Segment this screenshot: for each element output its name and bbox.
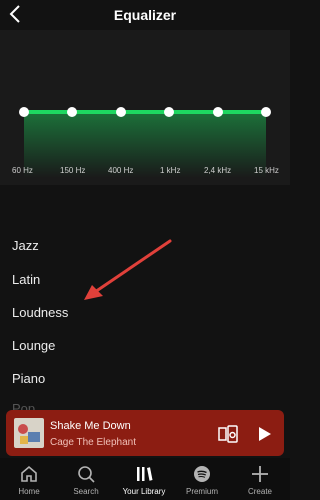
connect-device-icon[interactable] (218, 424, 238, 444)
play-icon[interactable] (254, 424, 274, 444)
tab-premium[interactable]: Premium (174, 460, 230, 500)
preset-loudness[interactable]: Loudness (12, 305, 68, 320)
library-icon (137, 467, 153, 481)
album-art (14, 418, 44, 448)
tab-create[interactable]: Create (232, 460, 288, 500)
preset-lounge[interactable]: Lounge (12, 338, 55, 353)
freq-label-60hz: 60 Hz (12, 166, 33, 175)
freq-label-2-4khz: 2,4 kHz (204, 166, 232, 175)
tab-label-premium: Premium (185, 487, 218, 496)
plus-icon (252, 466, 268, 482)
equalizer-graph[interactable] (0, 30, 290, 185)
freq-label-15khz: 15 kHz (254, 166, 279, 175)
band-handle-15khz[interactable] (261, 107, 271, 117)
preset-latin[interactable]: Latin (12, 272, 40, 287)
freq-label-150hz: 150 Hz (60, 166, 86, 175)
freq-label-1khz: 1 kHz (160, 166, 181, 175)
bottom-navigation: Home Search Your Library Premium Create (0, 458, 290, 500)
band-handle-60hz[interactable] (19, 107, 29, 117)
track-title: Shake Me Down (50, 420, 131, 432)
now-playing-bar[interactable]: Shake Me Down Cage The Elephant (6, 410, 284, 456)
tab-label-create: Create (247, 487, 272, 496)
spotify-icon (194, 466, 210, 482)
tab-search[interactable]: Search (58, 460, 114, 500)
tab-label-your-library: Your Library (122, 487, 166, 496)
tab-label-home: Home (18, 487, 40, 496)
preset-jazz[interactable]: Jazz (12, 238, 39, 253)
band-handle-1khz[interactable] (164, 107, 174, 117)
equalizer-curve[interactable] (0, 30, 290, 185)
tab-home[interactable]: Home (1, 460, 57, 500)
band-handle-400hz[interactable] (116, 107, 126, 117)
header-bar: Equalizer (0, 0, 290, 30)
freq-label-400hz: 400 Hz (108, 166, 134, 175)
preset-piano[interactable]: Piano (12, 371, 45, 386)
tab-your-library[interactable]: Your Library (116, 460, 172, 500)
page-title: Equalizer (113, 7, 177, 23)
search-icon (78, 466, 95, 483)
band-handle-2-4khz[interactable] (213, 107, 223, 117)
track-artist: Cage The Elephant (50, 437, 136, 448)
band-handle-150hz[interactable] (67, 107, 77, 117)
home-icon (21, 465, 37, 482)
tab-label-search: Search (73, 487, 99, 496)
